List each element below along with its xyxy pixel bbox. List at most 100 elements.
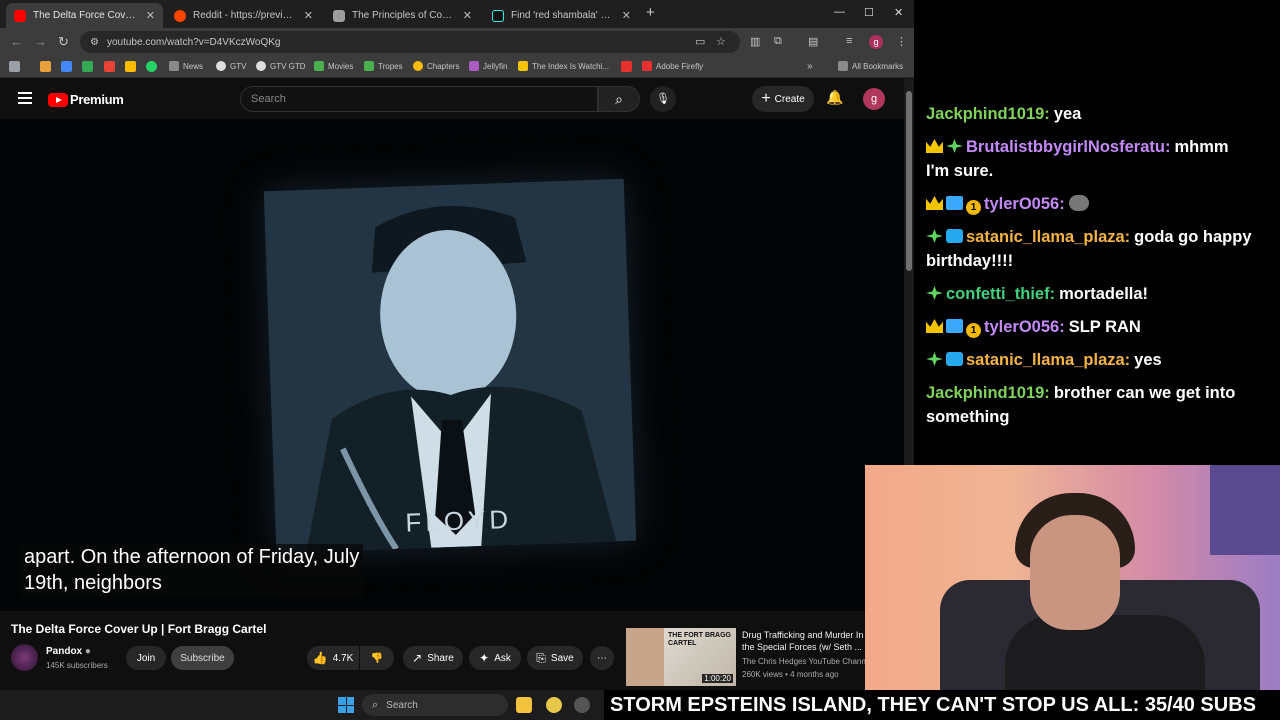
bookmark-gtv[interactable]: GTV bbox=[216, 61, 246, 71]
bookmark-movies[interactable]: Movies bbox=[314, 61, 353, 71]
reading-list-icon[interactable]: ▥ bbox=[750, 35, 760, 48]
recommended-thumbnail[interactable]: THE FORT BRAGG CARTEL 1:00:20 bbox=[626, 628, 736, 686]
cast-icon[interactable]: ▭ bbox=[695, 35, 705, 48]
chat-username: confetti_thief: bbox=[946, 285, 1056, 303]
taskbar-search[interactable]: ⌕ Search bbox=[362, 694, 508, 716]
notifications-bell-icon[interactable]: 🔔 bbox=[826, 89, 843, 106]
more-bookmarks-icon[interactable]: » bbox=[807, 61, 813, 72]
dislike-button[interactable]: 👎 bbox=[360, 646, 394, 670]
new-tab-icon[interactable]: + bbox=[646, 4, 655, 21]
media-controls-icon[interactable]: ≡ bbox=[846, 35, 852, 47]
bookmark-chapters[interactable]: Chapters bbox=[413, 61, 459, 71]
bookmark-jellyfin[interactable]: Jellyfin bbox=[469, 61, 507, 71]
bookmark-icon[interactable] bbox=[125, 61, 136, 72]
minimize-icon[interactable]: — bbox=[834, 6, 845, 18]
tab-tiktok[interactable]: Find 'red shambala' on TikTok | ✕ bbox=[484, 3, 639, 28]
share-button[interactable]: ↗ Share bbox=[403, 646, 463, 670]
bookmark-gtv-gtd[interactable]: GTV GTD bbox=[256, 61, 306, 71]
bookmark-adobe-firefly[interactable]: Adobe Firefly bbox=[642, 61, 703, 71]
side-panel-icon[interactable]: ▤ bbox=[808, 35, 818, 48]
account-avatar[interactable]: g bbox=[863, 88, 885, 110]
bookmark-label: GTV GTD bbox=[270, 61, 306, 71]
profile-avatar[interactable]: g bbox=[869, 35, 883, 49]
close-icon[interactable]: ✕ bbox=[463, 9, 472, 22]
bookmark-icon[interactable] bbox=[61, 61, 72, 72]
bookmark-star-icon[interactable]: ☆ bbox=[716, 35, 726, 48]
apps-grid-icon[interactable] bbox=[9, 61, 20, 72]
close-icon[interactable]: ✕ bbox=[146, 9, 155, 22]
channel-avatar[interactable] bbox=[11, 644, 38, 671]
save-button[interactable]: ⎘ Save bbox=[527, 646, 583, 670]
recommended-channel[interactable]: The Chris Hedges YouTube Channel bbox=[742, 657, 868, 666]
all-bookmarks[interactable]: All Bookmarks bbox=[838, 61, 903, 71]
tab-youtube[interactable]: The Delta Force Cover Up | Fort ✕ bbox=[6, 3, 163, 28]
streamer-face bbox=[1030, 515, 1120, 630]
channel-name-text: Pandox bbox=[46, 646, 83, 657]
hamburger-menu-icon[interactable] bbox=[18, 92, 32, 104]
github-icon bbox=[216, 61, 226, 71]
tiktok-favicon-icon bbox=[492, 9, 504, 22]
chat-text: yea bbox=[1053, 105, 1082, 123]
menu-kebab-icon[interactable]: ⋮ bbox=[896, 35, 907, 48]
chat-message: confetti_thief: mortadella! bbox=[926, 282, 1256, 306]
bookmark-tropes[interactable]: Tropes bbox=[364, 61, 403, 71]
reload-icon[interactable]: ↻ bbox=[58, 34, 69, 50]
video-duration: 1:00:20 bbox=[702, 674, 733, 683]
back-icon[interactable]: ← bbox=[10, 34, 23, 49]
bookmark-icon[interactable] bbox=[621, 61, 632, 72]
ask-label: Ask bbox=[494, 652, 511, 664]
file-explorer-icon[interactable] bbox=[516, 697, 532, 713]
tab-label: Find 'red shambala' on TikTok | bbox=[511, 10, 616, 21]
voice-search-button[interactable]: 🎙 bbox=[650, 86, 676, 112]
maximize-icon[interactable]: ☐ bbox=[864, 6, 874, 19]
thumbnail-text: THE FORT BRAGG CARTEL bbox=[668, 632, 731, 647]
tab-principles[interactable]: The Principles of Communism ✕ bbox=[325, 3, 480, 28]
sparkle-badge-icon bbox=[926, 229, 943, 243]
site-info-icon[interactable]: ⚙ bbox=[90, 37, 99, 48]
create-button[interactable]: + Create bbox=[752, 86, 814, 112]
video-caption: apart. On the afternoon of Friday, July … bbox=[20, 544, 364, 596]
search-input[interactable]: Search bbox=[240, 86, 598, 112]
like-button[interactable]: 👍 4.7K bbox=[307, 646, 359, 670]
bookmark-news[interactable]: News bbox=[169, 61, 203, 71]
tab-strip: The Delta Force Cover Up | Fort ✕ Reddit… bbox=[0, 0, 914, 28]
document-favicon-icon bbox=[333, 9, 345, 22]
youtube-favicon-icon bbox=[14, 9, 26, 22]
address-bar[interactable]: ⚙ youtube.com/watch?v=D4VKczWoQKg bbox=[80, 31, 740, 53]
channel-name[interactable]: Pandox ● bbox=[46, 646, 91, 657]
search-button[interactable]: ⌕ bbox=[598, 86, 640, 112]
chrome-canary-icon[interactable] bbox=[546, 697, 562, 713]
subscriber-count: 145K subscribers bbox=[46, 661, 108, 670]
bookmark-index[interactable]: The Index Is Watchi... bbox=[518, 61, 609, 71]
close-icon[interactable]: ✕ bbox=[622, 9, 631, 22]
youtube-logo[interactable]: Premium bbox=[48, 92, 124, 107]
window-close-icon[interactable]: ✕ bbox=[894, 6, 903, 19]
adobe-icon bbox=[642, 61, 652, 71]
bookmark-icon[interactable] bbox=[40, 61, 51, 72]
scrollbar-thumb[interactable] bbox=[906, 91, 912, 271]
forward-icon[interactable]: → bbox=[34, 34, 47, 49]
join-button[interactable]: Join bbox=[126, 646, 166, 670]
browser-toolbar: ← → ↻ ⚙ youtube.com/watch?v=D4VKczWoQKg … bbox=[0, 28, 914, 56]
more-actions-button[interactable]: ⋯ bbox=[590, 646, 614, 670]
ask-button[interactable]: ✦ Ask bbox=[469, 646, 521, 670]
bookmark-label: All Bookmarks bbox=[852, 61, 904, 71]
recommended-title[interactable]: Drug Trafficking and Murder In the Speci… bbox=[742, 629, 868, 653]
subscribe-button[interactable]: Subscribe bbox=[171, 646, 234, 670]
extensions-icon[interactable]: ⧉ bbox=[774, 35, 782, 48]
drive-icon[interactable] bbox=[82, 61, 93, 72]
bookmark-label: Chapters bbox=[427, 61, 460, 71]
close-icon[interactable]: ✕ bbox=[304, 9, 313, 22]
bookmark-label: GTV bbox=[230, 61, 247, 71]
bookmark-label: Tropes bbox=[378, 61, 403, 71]
emote-icon bbox=[1068, 195, 1089, 211]
gmail-icon[interactable] bbox=[104, 61, 115, 72]
caption-line: apart. On the afternoon of Friday, July bbox=[24, 546, 360, 568]
video-player[interactable]: FLOYD apart. On the afternoon of Friday,… bbox=[0, 119, 904, 611]
tab-reddit[interactable]: Reddit - https://preview.redd.it/ ✕ bbox=[166, 3, 321, 28]
microphone-icon: 🎙 bbox=[656, 93, 670, 105]
chat-username: tylerO056: bbox=[984, 318, 1065, 336]
whatsapp-icon[interactable] bbox=[146, 61, 157, 72]
windows-start-icon[interactable] bbox=[338, 697, 354, 713]
obs-icon[interactable] bbox=[574, 697, 590, 713]
